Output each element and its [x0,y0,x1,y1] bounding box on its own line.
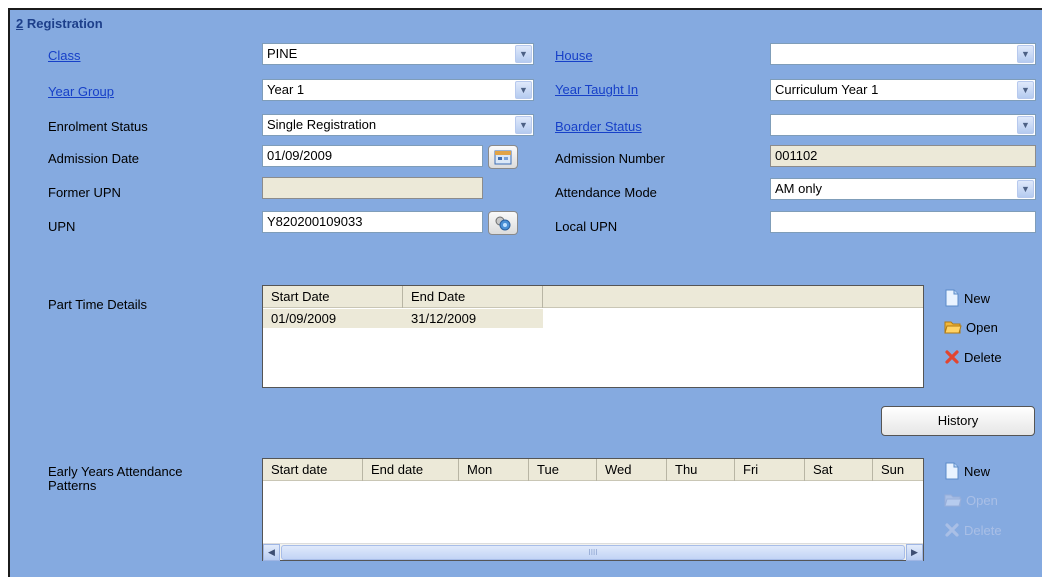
new-document-icon [945,289,959,307]
column-header[interactable]: End date [363,459,459,481]
part-time-details-label: Part Time Details [48,297,147,312]
lookup-icon [495,216,511,231]
delete-label: Delete [964,349,1002,365]
part-time-new-button[interactable]: New [944,289,990,307]
chevron-down-icon[interactable]: ▼ [515,116,532,134]
column-header[interactable]: Sun [873,459,923,481]
upn-lookup-button[interactable] [488,211,518,235]
calendar-icon [494,150,512,165]
class-link[interactable]: Class [48,48,81,63]
house-dropdown[interactable]: ▼ [770,43,1036,65]
local-upn-field[interactable] [770,211,1036,233]
history-button[interactable]: History [881,406,1035,436]
open-label: Open [966,492,998,508]
early-years-label: Early Years Attendance Patterns [48,465,182,493]
open-label: Open [966,319,998,335]
local-upn-label: Local UPN [555,219,618,234]
former-upn-label: Former UPN [48,185,121,200]
class-value: PINE [267,46,298,61]
column-header[interactable]: Sat [805,459,873,481]
open-folder-icon [944,494,962,507]
former-upn-field[interactable] [262,177,483,199]
attendance-mode-dropdown[interactable]: AM only ▼ [770,178,1036,200]
part-time-delete-button[interactable]: Delete [944,349,1002,365]
scroll-left-icon[interactable]: ◀ [263,544,280,561]
column-header[interactable]: Fri [735,459,805,481]
class-dropdown[interactable]: PINE ▼ [262,43,534,65]
upn-label: UPN [48,219,76,234]
section-title: 2 Registration [16,16,103,31]
open-folder-icon [944,321,962,334]
early-years-new-button[interactable]: New [944,462,990,480]
table-cell: 01/09/2009 [271,311,337,326]
attendance-mode-label: Attendance Mode [555,185,657,200]
part-time-grid[interactable]: Start Date End Date 01/09/2009 31/12/200… [262,285,924,388]
delete-label: Delete [964,522,1002,538]
column-header[interactable]: Mon [459,459,529,481]
column-header[interactable]: Start date [263,459,363,481]
early-years-label-line1: Early Years Attendance [48,464,183,479]
new-label: New [964,463,991,479]
new-document-icon [945,462,959,480]
chevron-down-icon[interactable]: ▼ [1017,180,1034,198]
chevron-down-icon[interactable]: ▼ [515,45,532,63]
enrolment-status-dropdown[interactable]: Single Registration ▼ [262,114,534,136]
boarder-status-dropdown[interactable]: ▼ [770,114,1036,136]
early-years-grid[interactable]: Start date End date Mon Tue Wed Thu Fri … [262,458,924,561]
year-group-value: Year 1 [267,82,305,97]
chevron-down-icon[interactable]: ▼ [1017,81,1034,99]
delete-x-icon [945,523,959,537]
year-taught-in-link[interactable]: Year Taught In [555,82,638,97]
year-group-link[interactable]: Year Group [48,84,114,99]
year-taught-in-value: Curriculum Year 1 [775,82,879,97]
grid-header: Start Date End Date [263,286,923,308]
registration-panel: 2 Registration Class PINE ▼ House ▼ Year… [8,8,1042,577]
calendar-button[interactable] [488,145,518,169]
new-label: New [964,290,991,306]
year-group-dropdown[interactable]: Year 1 ▼ [262,79,534,101]
table-row[interactable]: 01/09/2009 31/12/2009 [263,309,543,328]
column-header[interactable]: Thu [667,459,735,481]
boarder-status-link[interactable]: Boarder Status [555,119,642,134]
column-header[interactable]: Start Date [263,286,403,308]
grid-header: Start date End date Mon Tue Wed Thu Fri … [263,459,923,481]
house-link[interactable]: House [555,48,593,63]
attendance-mode-value: AM only [775,181,822,196]
admission-date-label: Admission Date [48,151,140,166]
upn-field[interactable]: Y820200109033 [262,211,483,233]
enrolment-status-label: Enrolment Status [48,119,148,134]
enrolment-status-value: Single Registration [267,117,377,132]
early-years-label-line2: Patterns [48,478,97,493]
admission-number-label: Admission Number [555,151,665,166]
scroll-right-icon[interactable]: ▶ [906,544,923,561]
early-years-delete-button[interactable]: Delete [944,522,1002,538]
column-header[interactable]: End Date [403,286,543,308]
column-header[interactable]: Wed [597,459,667,481]
early-years-open-button[interactable]: Open [944,492,998,508]
part-time-open-button[interactable]: Open [944,319,998,335]
scrollbar-thumb[interactable]: IIII [281,545,905,560]
column-header[interactable]: Tue [529,459,597,481]
chevron-down-icon[interactable]: ▼ [1017,45,1034,63]
chevron-down-icon[interactable]: ▼ [515,81,532,99]
delete-x-icon [945,350,959,364]
year-taught-in-dropdown[interactable]: Curriculum Year 1 ▼ [770,79,1036,101]
horizontal-scrollbar[interactable]: ◀ IIII ▶ [263,543,923,561]
admission-date-field[interactable]: 01/09/2009 [262,145,483,167]
admission-number-field: 001102 [770,145,1036,167]
table-cell: 31/12/2009 [411,311,477,326]
chevron-down-icon[interactable]: ▼ [1017,116,1034,134]
